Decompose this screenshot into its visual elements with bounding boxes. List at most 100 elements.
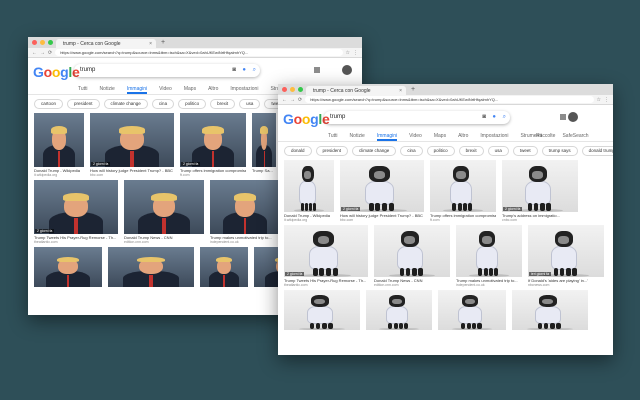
photo-thumbnail[interactable]: 2 giorni fa bbox=[180, 113, 246, 167]
related-search-chip[interactable]: donald bbox=[284, 146, 312, 156]
close-tab-icon[interactable]: × bbox=[149, 41, 152, 47]
image-result[interactable]: Donald Trump - Wikipedia it.wikipedia.org bbox=[284, 160, 334, 222]
photo-thumbnail[interactable] bbox=[108, 247, 194, 287]
image-result[interactable]: ieri giorni fa If Donald's 'aides are pla… bbox=[528, 225, 604, 287]
photo-thumbnail[interactable] bbox=[252, 113, 276, 167]
star-icon[interactable]: ☆ bbox=[346, 50, 350, 56]
microphone-icon[interactable]: ● bbox=[242, 64, 246, 77]
new-tab-icon[interactable]: + bbox=[411, 86, 415, 93]
image-result[interactable]: Trump offers immigration compromise to..… bbox=[430, 160, 496, 222]
image-result[interactable] bbox=[34, 247, 102, 287]
dog-thumbnail[interactable]: 2 giorni fa bbox=[340, 160, 424, 212]
close-dot-icon[interactable] bbox=[32, 40, 37, 45]
window-controls[interactable] bbox=[282, 87, 303, 92]
related-search-chip[interactable]: cina bbox=[151, 99, 175, 109]
apps-grid-icon[interactable] bbox=[314, 67, 320, 73]
image-result[interactable]: 2 giorni fa Trump Tweets His Prayer-Rug R… bbox=[34, 180, 118, 244]
browser-tab[interactable]: trump - Cerca con Google × bbox=[56, 39, 156, 48]
photo-thumbnail[interactable] bbox=[210, 180, 280, 234]
dog-thumbnail[interactable] bbox=[430, 160, 496, 212]
related-search-chip[interactable]: climate change bbox=[352, 146, 397, 156]
avatar[interactable] bbox=[342, 65, 352, 75]
image-result[interactable] bbox=[512, 290, 588, 330]
tab-immagini[interactable]: Immagini bbox=[376, 131, 398, 141]
image-result[interactable]: Trump makes unmotivated trip to... indepe… bbox=[456, 225, 522, 287]
minimize-dot-icon[interactable] bbox=[40, 40, 45, 45]
menu-icon[interactable]: ⋮ bbox=[353, 50, 358, 56]
image-result[interactable]: Trump makes unmotivated trip to... indepe… bbox=[210, 180, 280, 244]
microphone-icon[interactable]: ● bbox=[492, 111, 496, 124]
tab-impostazioni[interactable]: Impostazioni bbox=[480, 131, 508, 141]
image-result[interactable] bbox=[366, 290, 432, 330]
tab-altro[interactable]: Altro bbox=[208, 84, 218, 94]
star-icon[interactable]: ☆ bbox=[597, 97, 601, 103]
related-search-chip[interactable]: climate change bbox=[103, 99, 148, 109]
dog-thumbnail[interactable] bbox=[366, 290, 432, 330]
dog-thumbnail[interactable] bbox=[512, 290, 588, 330]
related-search-chip[interactable]: donald trump bbox=[581, 146, 613, 156]
result-caption[interactable]: Trump Sa... bbox=[252, 168, 276, 173]
tab-maps[interactable]: Maps bbox=[184, 84, 196, 94]
link-safesearch[interactable]: SafeSearch bbox=[562, 131, 588, 139]
related-search-chip[interactable]: brexit bbox=[210, 99, 236, 109]
dog-thumbnail[interactable] bbox=[374, 225, 450, 277]
image-result[interactable]: Donald Trump News - CNN edition.cnn.com bbox=[374, 225, 450, 287]
menu-icon[interactable]: ⋮ bbox=[604, 97, 609, 103]
related-search-chip[interactable]: usa bbox=[487, 146, 509, 156]
image-result[interactable]: 2 giorni fa How will history judge Presid… bbox=[340, 160, 424, 222]
image-result[interactable]: Donald Trump - Wikipedia it.wikipedia.org bbox=[34, 113, 84, 177]
related-search-chip[interactable]: president bbox=[315, 146, 349, 156]
search-icon[interactable]: ⌕ bbox=[503, 111, 506, 124]
search-icon[interactable]: ⌕ bbox=[253, 64, 256, 77]
google-logo[interactable]: Google bbox=[283, 111, 330, 127]
dog-thumbnail[interactable] bbox=[284, 290, 360, 330]
url-field[interactable]: https://www.google.com/search?q=trump&so… bbox=[305, 96, 594, 103]
back-icon[interactable]: ← bbox=[32, 50, 37, 56]
photo-thumbnail[interactable] bbox=[124, 180, 204, 234]
related-search-chip[interactable]: trump says bbox=[541, 146, 578, 156]
apps-grid-icon[interactable] bbox=[560, 114, 566, 120]
related-search-chip[interactable]: president bbox=[67, 99, 100, 109]
photo-thumbnail[interactable]: 2 giorni fa bbox=[34, 180, 118, 234]
reload-icon[interactable]: ⟳ bbox=[298, 97, 302, 103]
close-tab-icon[interactable]: × bbox=[399, 88, 402, 94]
window-controls[interactable] bbox=[32, 40, 53, 45]
image-result[interactable] bbox=[200, 247, 248, 287]
image-result[interactable]: Trump Sa... bbox=[252, 113, 276, 177]
tab-tutti[interactable]: Tutti bbox=[78, 84, 88, 94]
close-dot-icon[interactable] bbox=[282, 87, 287, 92]
google-logo[interactable]: Google bbox=[33, 64, 80, 80]
dog-thumbnail[interactable]: 2 giorni fa bbox=[502, 160, 578, 212]
new-tab-icon[interactable]: + bbox=[161, 39, 165, 46]
dog-thumbnail[interactable] bbox=[456, 225, 522, 277]
tab-video[interactable]: Video bbox=[159, 84, 172, 94]
photo-thumbnail[interactable] bbox=[200, 247, 248, 287]
search-input[interactable]: trump ◙ ● ⌕ bbox=[324, 111, 510, 124]
browser-window-front[interactable]: trump - Cerca con Google × + ← → ⟳ https://www… bbox=[278, 84, 613, 355]
tab-notizie[interactable]: Notizie bbox=[100, 84, 115, 94]
related-search-chip[interactable]: politico bbox=[178, 99, 207, 109]
image-result[interactable]: 2 giorni fa Trump offers immigration comp… bbox=[180, 113, 246, 177]
image-result[interactable] bbox=[284, 290, 360, 330]
image-result[interactable] bbox=[438, 290, 506, 330]
image-result[interactable]: 2 giorni fa How will history judge Presid… bbox=[90, 113, 174, 177]
image-result[interactable] bbox=[108, 247, 194, 287]
forward-icon[interactable]: → bbox=[290, 97, 295, 103]
dog-thumbnail[interactable] bbox=[438, 290, 506, 330]
tab-altro[interactable]: Altro bbox=[458, 131, 468, 141]
photo-thumbnail[interactable] bbox=[34, 113, 84, 167]
camera-icon[interactable]: ◙ bbox=[482, 111, 486, 124]
dog-thumbnail[interactable]: 2 giorni fa bbox=[284, 225, 368, 277]
zoom-dot-icon[interactable] bbox=[48, 40, 53, 45]
dog-thumbnail[interactable]: ieri giorni fa bbox=[528, 225, 604, 277]
related-search-chip[interactable]: politico bbox=[426, 146, 455, 156]
related-search-chip[interactable]: cina bbox=[400, 146, 423, 156]
related-search-chip[interactable]: tweet bbox=[512, 146, 538, 156]
image-result[interactable]: 2 giorni fa Trump's address on immigratio… bbox=[502, 160, 578, 222]
url-field[interactable]: https://www.google.com/search?q=trump&so… bbox=[55, 49, 343, 56]
tab-notizie[interactable]: Notizie bbox=[350, 131, 365, 141]
avatar[interactable] bbox=[568, 112, 578, 122]
tab-immagini[interactable]: Immagini bbox=[126, 84, 148, 94]
related-search-chip[interactable]: usa bbox=[239, 99, 261, 109]
reload-icon[interactable]: ⟳ bbox=[48, 50, 52, 56]
